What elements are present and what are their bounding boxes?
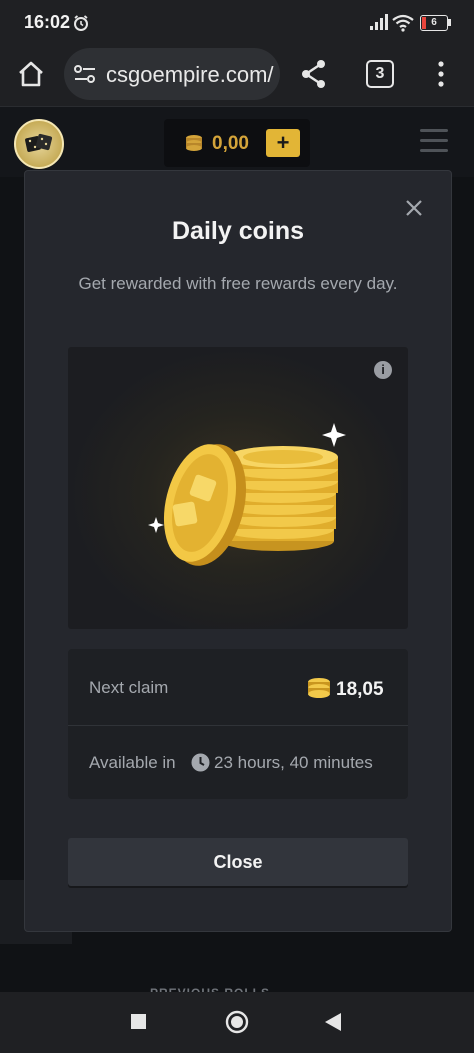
balance-amount: 0,00: [212, 133, 249, 154]
modal-subtitle: Get rewarded with free rewards every day…: [78, 274, 398, 293]
system-nav-bar: [0, 992, 474, 1053]
back-icon[interactable]: [324, 1012, 342, 1032]
countdown-value: 23 hours, 40 minutes: [214, 753, 373, 772]
daily-coins-modal: Daily coins Get rewarded with free rewar…: [24, 170, 452, 932]
available-in-label: Available in: [89, 753, 176, 772]
coin-stack-icon: [186, 135, 202, 151]
add-funds-button[interactable]: +: [266, 129, 300, 157]
wifi-icon: [392, 14, 414, 32]
balance-widget: 0,00 +: [164, 119, 310, 167]
site-logo[interactable]: [14, 119, 64, 169]
address-bar[interactable]: csgoempire.com/: [64, 48, 280, 100]
share-icon[interactable]: [300, 59, 328, 89]
recents-icon[interactable]: [131, 1014, 146, 1029]
info-icon[interactable]: i: [374, 361, 392, 379]
claim-info-box: Next claim 18,05 Available in 23 hours, …: [68, 649, 408, 799]
coin-stack-icon: [308, 678, 330, 698]
divider: [68, 725, 408, 726]
next-claim-amount: 18,05: [336, 679, 384, 700]
close-icon[interactable]: [403, 197, 425, 219]
tab-switcher-button[interactable]: 3: [366, 60, 394, 88]
site-settings-icon[interactable]: [74, 64, 96, 84]
battery-percent: 6: [431, 17, 437, 28]
clock-icon: [191, 753, 210, 772]
battery-icon: 6: [420, 15, 448, 31]
modal-title: Daily coins: [172, 217, 304, 245]
alarm-icon: [74, 15, 88, 31]
coin-illustration-panel: i: [68, 347, 408, 629]
battery-tip: [448, 19, 451, 26]
home-nav-icon[interactable]: [225, 1010, 249, 1034]
signal-icon: [370, 14, 388, 30]
url-text: csgoempire.com/: [106, 62, 274, 87]
browser-toolbar: csgoempire.com/ 3: [0, 44, 474, 106]
menu-icon[interactable]: [420, 129, 448, 153]
dice-icon: [25, 133, 53, 152]
status-time: 16:02: [24, 12, 71, 32]
more-options-icon[interactable]: [436, 60, 446, 88]
home-icon[interactable]: [16, 59, 46, 89]
site-header: 0,00 +: [0, 106, 474, 177]
next-claim-label: Next claim: [89, 678, 169, 697]
gold-coins-illustration: [148, 423, 346, 566]
close-button[interactable]: Close: [68, 838, 408, 886]
status-bar: 16:02 6: [0, 0, 474, 44]
